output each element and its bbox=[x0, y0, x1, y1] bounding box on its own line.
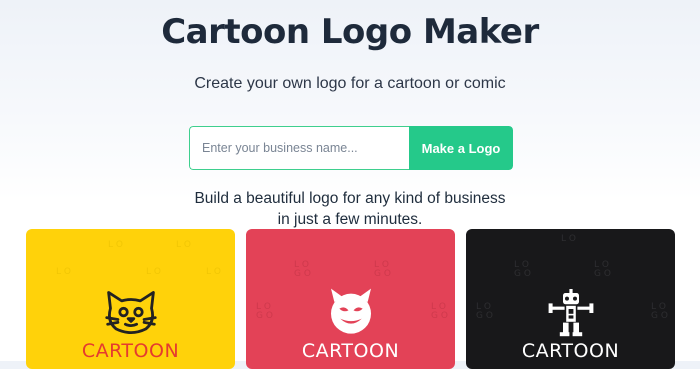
svg-text:L O: L O bbox=[176, 240, 191, 250]
cat-face-icon bbox=[104, 291, 157, 334]
svg-text:L O: L O bbox=[108, 240, 123, 250]
svg-text:G O: G O bbox=[294, 269, 311, 279]
logo-card-label: CARTOON bbox=[521, 340, 620, 362]
svg-text:G O: G O bbox=[256, 311, 273, 321]
logo-card-label: CARTOON bbox=[301, 340, 400, 362]
svg-text:L O: L O bbox=[561, 234, 576, 244]
logo-card-devil[interactable]: L OG O L OG O L OG O L OG O CARTOON bbox=[246, 229, 455, 369]
svg-text:L O: L O bbox=[146, 267, 161, 277]
svg-text:L O: L O bbox=[56, 267, 71, 277]
logo-card-robot[interactable]: L OG O L OG O L OG O L OG O L O CARTOON bbox=[466, 229, 675, 369]
logo-card-label: CARTOON bbox=[81, 340, 180, 362]
tagline: Build a beautiful logo for any kind of b… bbox=[0, 188, 700, 230]
logo-card-cat[interactable]: L O L O L O L O L O CARTOON bbox=[26, 229, 235, 369]
robot-icon bbox=[548, 289, 593, 337]
svg-text:L O: L O bbox=[206, 267, 221, 277]
svg-text:G O: G O bbox=[514, 269, 531, 279]
svg-text:G O: G O bbox=[594, 269, 611, 279]
page-title: Cartoon Logo Maker bbox=[161, 12, 539, 52]
tagline-line-1: Build a beautiful logo for any kind of b… bbox=[194, 190, 506, 207]
svg-text:G O: G O bbox=[374, 269, 391, 279]
business-name-input[interactable] bbox=[189, 126, 409, 170]
svg-text:G O: G O bbox=[476, 311, 493, 321]
make-logo-button[interactable]: Make a Logo bbox=[409, 126, 513, 170]
logo-search-form: Make a Logo bbox=[189, 126, 513, 170]
page-subtitle: Create your own logo for a cartoon or co… bbox=[194, 75, 506, 92]
svg-text:G O: G O bbox=[651, 311, 668, 321]
tagline-line-2: in just a few minutes. bbox=[277, 211, 423, 228]
devil-face-icon bbox=[330, 288, 371, 334]
svg-text:G O: G O bbox=[431, 311, 448, 321]
